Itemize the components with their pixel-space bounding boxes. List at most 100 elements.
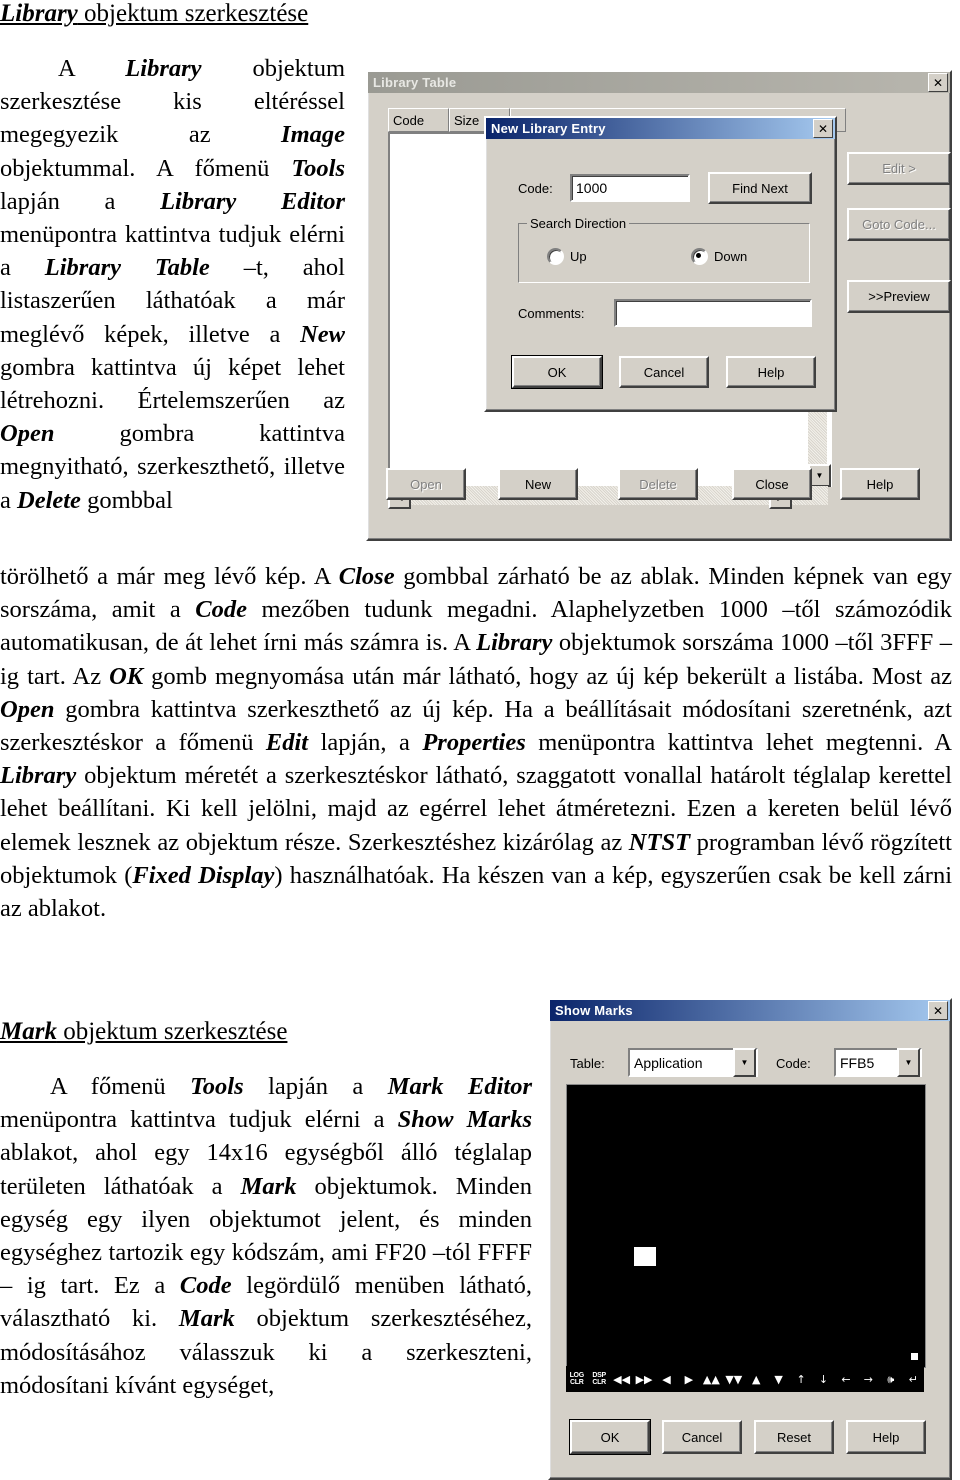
mark-cell[interactable]	[634, 1307, 656, 1327]
mark-cell[interactable]	[836, 1246, 858, 1266]
mark-cell[interactable]	[724, 1327, 746, 1347]
mark-cell[interactable]	[858, 1165, 881, 1186]
mark-cell[interactable]	[724, 1165, 746, 1186]
mark-cell[interactable]	[813, 1327, 836, 1347]
mark-cell[interactable]	[701, 1327, 724, 1347]
new-library-entry-dialog[interactable]: New Library Entry ✕ Code: 1000 Find Next…	[484, 116, 837, 412]
mark-cell[interactable]	[836, 1145, 858, 1165]
mark-cell[interactable]	[724, 1287, 746, 1307]
mark-cell[interactable]	[881, 1085, 903, 1105]
mark-cell[interactable]	[746, 1287, 768, 1307]
mark-cell[interactable]	[881, 1327, 903, 1347]
mark-cell[interactable]	[634, 1085, 656, 1105]
mark-cell[interactable]	[656, 1226, 679, 1246]
mark-cell[interactable]	[589, 1327, 611, 1347]
mark-cell[interactable]	[813, 1105, 836, 1125]
arrow-down-icon[interactable]: ↓	[812, 1366, 835, 1392]
mark-cell[interactable]	[903, 1226, 925, 1246]
mark-cell[interactable]	[589, 1307, 611, 1327]
mark-cell[interactable]	[656, 1246, 679, 1266]
mark-cell[interactable]	[836, 1287, 858, 1307]
mark-cell[interactable]	[791, 1125, 813, 1145]
ok-button[interactable]: OK	[570, 1420, 650, 1454]
show-marks-titlebar[interactable]: Show Marks ✕	[550, 1000, 950, 1021]
mark-cell[interactable]	[567, 1266, 589, 1287]
mark-cell[interactable]	[858, 1307, 881, 1327]
mark-cell[interactable]	[679, 1105, 701, 1125]
mark-cell[interactable]	[813, 1125, 836, 1145]
mark-cell[interactable]	[791, 1085, 813, 1105]
mark-cell[interactable]	[836, 1307, 858, 1327]
mark-cell[interactable]	[791, 1327, 813, 1347]
mark-cell[interactable]	[567, 1105, 589, 1125]
mark-cell-selected[interactable]	[634, 1246, 656, 1266]
mark-cell[interactable]	[768, 1186, 791, 1206]
mark-cell[interactable]	[746, 1266, 768, 1287]
mark-cell[interactable]	[791, 1226, 813, 1246]
next-icon[interactable]: ▶	[678, 1366, 700, 1392]
mark-cell[interactable]	[813, 1085, 836, 1105]
mark-cell[interactable]	[903, 1165, 925, 1186]
mark-cell[interactable]	[791, 1186, 813, 1206]
mark-cell[interactable]	[656, 1085, 679, 1105]
mark-cell[interactable]	[589, 1186, 611, 1206]
mark-tool-row[interactable]: LOG CLR DSP CLR ◀◀ ▶▶ ◀ ▶ ▲▲ ▼▼ ▲ ▼ ↑ ↓ ← → 🕪 ↵	[566, 1366, 924, 1392]
mark-cell[interactable]	[634, 1125, 656, 1145]
mark-cell[interactable]	[768, 1327, 791, 1347]
mark-cell[interactable]	[679, 1307, 701, 1327]
mark-cell[interactable]	[881, 1347, 903, 1367]
arrow-up-icon[interactable]: ↑	[790, 1366, 812, 1392]
page-up-icon[interactable]: ▲▲	[700, 1366, 723, 1392]
mark-cell[interactable]	[656, 1347, 679, 1367]
mark-cell[interactable]	[724, 1246, 746, 1266]
mark-cell[interactable]	[679, 1186, 701, 1206]
mark-cell[interactable]	[589, 1226, 611, 1246]
mark-cell[interactable]	[567, 1165, 589, 1186]
mark-cell[interactable]	[701, 1266, 724, 1287]
mark-cell[interactable]	[567, 1145, 589, 1165]
mark-cell[interactable]	[701, 1105, 724, 1125]
mark-cell[interactable]	[611, 1105, 634, 1125]
chevron-down-icon[interactable]: ▼	[897, 1048, 920, 1077]
mark-cell[interactable]	[836, 1327, 858, 1347]
reset-button[interactable]: Reset	[754, 1420, 834, 1454]
comments-input[interactable]	[614, 299, 812, 327]
mark-cell[interactable]	[701, 1347, 724, 1367]
mark-cell[interactable]	[813, 1307, 836, 1327]
mark-cell[interactable]	[724, 1105, 746, 1125]
mark-cell[interactable]	[701, 1165, 724, 1186]
mark-cell[interactable]	[903, 1125, 925, 1145]
mark-cell[interactable]	[813, 1246, 836, 1266]
close-icon[interactable]: ✕	[928, 1001, 948, 1020]
mark-cell[interactable]	[679, 1165, 701, 1186]
mark-cell[interactable]	[589, 1085, 611, 1105]
new-button[interactable]: New	[498, 468, 578, 500]
mark-cell[interactable]	[656, 1307, 679, 1327]
mark-cell[interactable]	[768, 1266, 791, 1287]
mark-cell[interactable]	[611, 1145, 634, 1165]
page-down-icon[interactable]: ▼▼	[723, 1366, 745, 1392]
mark-cell[interactable]	[768, 1307, 791, 1327]
mark-cell[interactable]	[858, 1287, 881, 1307]
mark-cell[interactable]	[611, 1307, 634, 1327]
chevron-down-icon[interactable]: ▼	[733, 1048, 756, 1077]
mark-cell[interactable]	[903, 1105, 925, 1125]
mark-cell[interactable]	[656, 1165, 679, 1186]
mark-cell[interactable]	[701, 1246, 724, 1266]
ok-button[interactable]: OK	[512, 356, 602, 388]
mark-cell[interactable]	[724, 1347, 746, 1367]
mark-cell[interactable]	[724, 1266, 746, 1287]
mark-cell[interactable]	[567, 1125, 589, 1145]
radio-down[interactable]: Down	[691, 248, 747, 265]
mark-cell[interactable]	[634, 1266, 656, 1287]
mark-cell[interactable]	[881, 1307, 903, 1327]
mark-cell[interactable]	[589, 1246, 611, 1266]
mark-cell[interactable]	[768, 1287, 791, 1307]
mark-cell[interactable]	[724, 1206, 746, 1226]
mark-cell[interactable]	[768, 1226, 791, 1246]
mark-cell[interactable]	[791, 1347, 813, 1367]
mark-cell[interactable]	[791, 1266, 813, 1287]
mark-cell[interactable]	[589, 1206, 611, 1226]
mark-cell[interactable]	[634, 1105, 656, 1125]
mark-cell[interactable]	[611, 1347, 634, 1367]
